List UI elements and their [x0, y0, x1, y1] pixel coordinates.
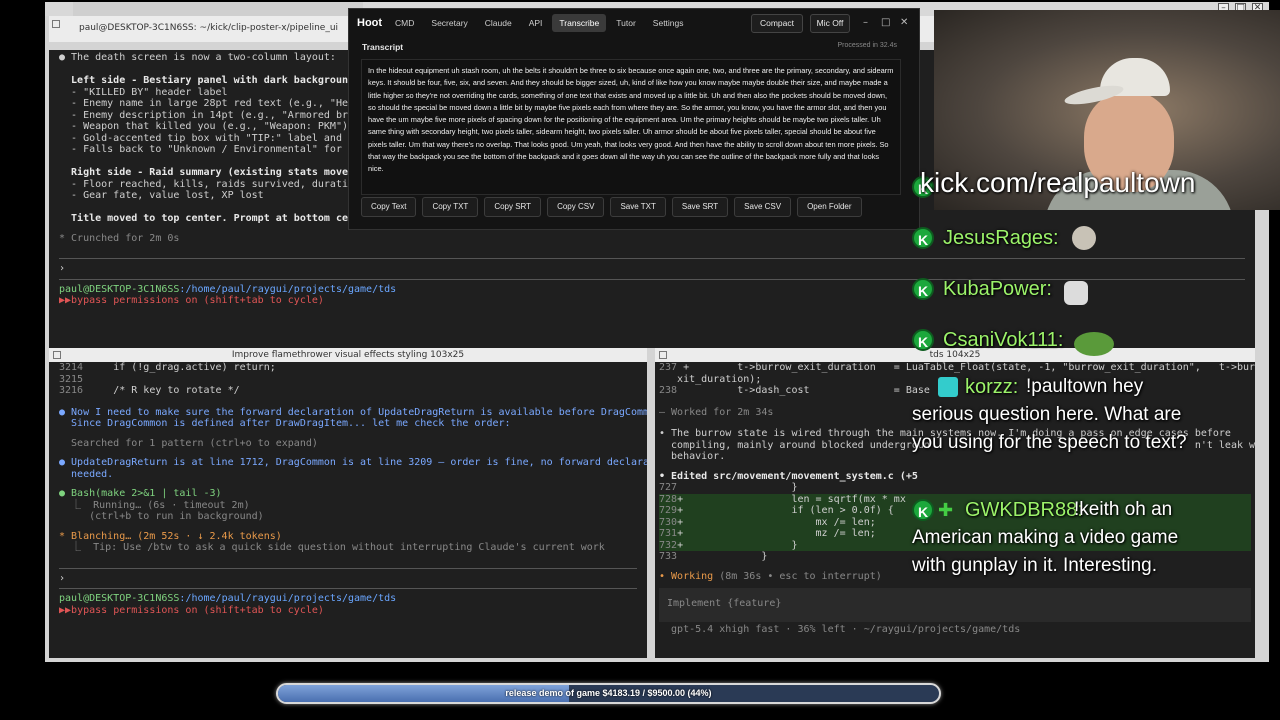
line-number: 733 [659, 551, 678, 562]
tab-secretary[interactable]: Secretary [424, 14, 474, 32]
window-title: paul@DESKTOP-3C1N6SS: ~/kick/clip-poster… [79, 23, 339, 33]
pepe-emote-icon [1074, 332, 1114, 356]
donation-goal-bar: release demo of game $4183.19 / $9500.00… [276, 683, 941, 704]
bypass-status: bypass permissions on (shift+tab to cycl… [71, 295, 324, 306]
code-line: /* R key to rotate */ [89, 385, 240, 396]
assistant-message: ● Now I need to make sure the forward de… [59, 406, 647, 418]
channel-url: kick.com/realpaultown [920, 167, 1196, 198]
bypass-status: bypass permissions on (shift+tab to cycl… [71, 604, 324, 616]
prompt-path: :/home/paul/raygui/projects/game/tds [179, 283, 397, 295]
hoot-brand: Hoot [357, 17, 383, 29]
line-number: 3214 [59, 362, 84, 373]
kick-badge-icon: K [912, 329, 934, 351]
chat-username: KubaPower: [943, 278, 1052, 300]
line-number: 731 [659, 528, 678, 539]
code-line: if (!g_drag.active) return; [89, 362, 276, 373]
chat-username: CsaniVok111: [943, 329, 1064, 351]
diff-line: + } [677, 539, 798, 551]
copy-text-button[interactable]: Copy Text [361, 197, 417, 217]
mic-off-button[interactable]: Mic Off [810, 14, 850, 33]
diff-line: + mz /= len; [677, 528, 876, 539]
prompt-caret[interactable]: › [59, 263, 1245, 275]
diff-line: + len = sqrtf(mx * mx [677, 493, 906, 505]
bypass-icon: ▶▶ [59, 295, 72, 306]
line-number: 732 [659, 539, 678, 551]
pane-icon [52, 20, 60, 28]
tab-cmd[interactable]: CMD [388, 14, 421, 32]
code-block: 3214 if (!g_drag.active) return; 3215 32… [59, 362, 637, 397]
line-number: 729 [659, 505, 678, 516]
diff-line: + mx /= len; [677, 516, 876, 528]
tab-transcribe[interactable]: Transcribe [552, 14, 607, 32]
left-pane-title: Improve flamethrower visual effects styl… [231, 350, 465, 360]
chat-message: !keith oh an American making a video gam… [912, 499, 1179, 576]
diff-line: + if (len > 0.0f) { [677, 505, 894, 516]
save-txt-button[interactable]: Save TXT [610, 197, 666, 217]
blanching-status: * Blanching… (2m 52s · ↓ 2.4k tokens) [59, 530, 282, 542]
save-csv-button[interactable]: Save CSV [734, 197, 792, 217]
chat-message: !paultown hey serious question here. Wha… [912, 376, 1187, 453]
bypass-icon: ▶▶ [59, 604, 72, 616]
model-status: gpt-5.4 xhigh fast · 36% left · ~/raygui… [659, 624, 1021, 635]
assistant-message: ● UpdateDragReturn is at line 1712, Drag… [59, 457, 647, 468]
working-meta: (8m 36s • esc to interrupt) [713, 570, 882, 582]
tab-api[interactable]: API [522, 14, 550, 32]
save-srt-button[interactable]: Save SRT [671, 197, 729, 217]
prompt-caret[interactable]: › [59, 573, 637, 585]
code-line: xit_duration); [659, 373, 762, 385]
copy-csv-button[interactable]: Copy CSV [547, 197, 605, 217]
processed-time: Processed in 32.4s [837, 42, 897, 49]
prompt-user: paul@DESKTOP-3C1N6SS [59, 283, 180, 295]
hoot-window: Hoot CMD Secretary Claude API Transcribe… [348, 8, 920, 230]
chat-username: JesusRages: [943, 227, 1059, 249]
close-icon[interactable]: ✕ [900, 17, 908, 28]
assistant-message: Since DragCommon is defined after DrawDr… [59, 418, 511, 429]
line-number: 238 [659, 385, 678, 396]
copy-txt-button[interactable]: Copy TXT [422, 197, 479, 217]
line-number: 3215 [59, 373, 84, 385]
assistant-message: needed. [59, 468, 114, 480]
edited-file: • Edited src/movement/movement_system.c … [659, 470, 918, 482]
line-number: 3216 [59, 385, 84, 396]
transcript-actions: Copy Text Copy TXT Copy SRT Copy CSV Sav… [361, 197, 862, 217]
diff-line: } [677, 482, 798, 493]
codex-input[interactable]: Implement {feature} [659, 588, 1251, 622]
line-number: 727 [659, 482, 678, 493]
input-placeholder: Implement {feature} [667, 598, 782, 609]
bash-command: ● Bash(make 2>&1 | tail -3) [59, 488, 222, 499]
line-number: 728 [659, 493, 678, 505]
transcript-heading: Transcript [362, 42, 404, 52]
crunched-status: * Crunched for 2m 0s [59, 232, 180, 244]
prompt-user: paul@DESKTOP-3C1N6SS [59, 593, 180, 604]
goal-label: release demo of game $4183.19 / $9500.00… [505, 688, 712, 698]
search-result: Searched for 1 pattern (ctrl+o to expand… [59, 437, 318, 449]
hand-emote-icon [1064, 281, 1088, 305]
tab-claude[interactable]: Claude [478, 14, 519, 32]
code-line: + t->burrow_exit_duration = LuaTable_Flo… [677, 362, 1255, 373]
tab-settings[interactable]: Settings [646, 14, 691, 32]
minimize-icon[interactable]: – [863, 17, 868, 28]
maximize-icon[interactable]: □ [881, 17, 890, 28]
kick-badge-icon: K [912, 227, 934, 249]
copy-srt-button[interactable]: Copy SRT [484, 197, 542, 217]
face-emote-icon [1072, 226, 1096, 250]
kick-badge-icon: K [912, 278, 934, 300]
code-line: t->dash_cost = Base [677, 385, 930, 396]
line-number: 730 [659, 516, 678, 528]
left-terminal-pane[interactable]: 3214 if (!g_drag.active) return; 3215 32… [49, 362, 647, 658]
diff-line: } [677, 551, 768, 562]
prompt-path: :/home/paul/raygui/projects/game/tds [179, 593, 397, 604]
compact-button[interactable]: Compact [751, 14, 803, 33]
tab-tutor[interactable]: Tutor [609, 14, 643, 32]
transcript-text[interactable]: In the hideout equipment uh stash room, … [361, 59, 901, 195]
open-folder-button[interactable]: Open Folder [797, 197, 862, 217]
bash-background-hint: (ctrl+b to run in background) [59, 511, 264, 522]
working-status: • Working [659, 570, 714, 582]
line-number: 237 [659, 362, 678, 373]
bash-running: ⎿ Running… (6s · timeout 2m) [59, 499, 250, 511]
left-pane-tab[interactable]: Improve flamethrower visual effects styl… [49, 348, 647, 362]
tip-text: ⎿ Tip: Use /btw to ask a quick side ques… [59, 542, 605, 553]
